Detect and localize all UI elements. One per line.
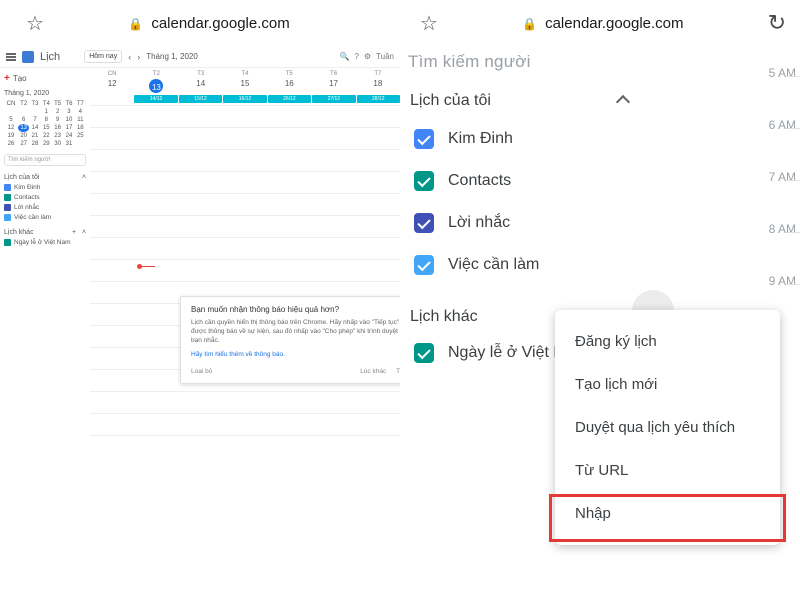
calendar-logo-icon — [22, 51, 34, 63]
week-grid: CNT2T3T4T5T6T7 12131415161718 14/1215/12… — [90, 68, 400, 609]
my-cal-item[interactable]: Lời nhắc — [4, 204, 86, 211]
my-cal-item[interactable]: Contacts — [4, 194, 86, 201]
left-sidebar: + Tạo Tháng 1, 2020 CNT2T3T4T5T6T7123456… — [0, 68, 90, 609]
today-button[interactable]: Hôm nay — [84, 50, 122, 63]
checkbox-icon[interactable] — [414, 213, 434, 233]
lock-icon: 🔒 — [522, 17, 537, 31]
menu-item-1[interactable]: Tạo lịch mới — [555, 363, 780, 406]
time-labels: 5 AM6 AM7 AM8 AM9 AM — [769, 66, 796, 326]
notif-later-button[interactable]: Lúc khác — [360, 368, 386, 375]
lock-icon: 🔒 — [128, 17, 143, 31]
mini-calendar[interactable]: Tháng 1, 2020 CNT2T3T4T5T6T7123456789101… — [4, 90, 86, 148]
app-header: Lịch Hôm nay ‹ › Tháng 1, 2020 🔍 ? ⚙ Tuầ… — [0, 46, 400, 68]
view-selector[interactable]: Tuần — [376, 52, 394, 61]
favorite-star-icon[interactable]: ☆ — [420, 11, 438, 36]
checkbox-icon[interactable] — [414, 343, 434, 363]
menu-icon[interactable] — [6, 53, 16, 61]
my-cal-item[interactable]: Contacts — [408, 160, 670, 202]
reload-icon[interactable]: ↻ — [768, 10, 786, 36]
create-label: Tạo — [13, 74, 27, 83]
chevron-up-icon — [616, 94, 630, 108]
now-indicator-line — [140, 266, 155, 267]
notif-dismiss-button[interactable]: Loại bỏ — [191, 368, 212, 375]
month-label: Tháng 1, 2020 — [146, 52, 198, 61]
checkbox-icon[interactable] — [4, 194, 11, 201]
notif-learn-more-link[interactable]: Hãy tìm hiểu thêm về thông báo. — [191, 351, 285, 358]
notif-body: Lịch cần quyền hiển thị thông báo trên C… — [191, 318, 400, 345]
url-text: calendar.google.com — [545, 15, 683, 32]
menu-item-4[interactable]: Nhập — [555, 492, 780, 535]
checkbox-icon[interactable] — [4, 184, 11, 191]
menu-item-2[interactable]: Duyệt qua lịch yêu thích — [555, 406, 780, 449]
notif-title: Bạn muốn nhận thông báo hiệu quả hơn? — [191, 305, 400, 314]
other-cal-item[interactable]: Ngày lễ ở Việt Nam — [4, 239, 86, 246]
people-search[interactable]: Tìm kiếm người — [4, 154, 86, 166]
menu-item-3[interactable]: Từ URL — [555, 449, 780, 492]
checkbox-icon[interactable] — [4, 204, 11, 211]
checkbox-icon[interactable] — [414, 129, 434, 149]
left-screenshot: Lịch Hôm nay ‹ › Tháng 1, 2020 🔍 ? ⚙ Tuầ… — [0, 46, 400, 609]
gear-icon[interactable]: ⚙ — [364, 52, 371, 61]
people-search-label[interactable]: Tìm kiếm người — [408, 46, 670, 82]
mini-month: Tháng 1, 2020 — [4, 90, 86, 97]
checkbox-icon[interactable] — [414, 255, 434, 275]
url-text: calendar.google.com — [151, 15, 289, 32]
help-icon[interactable]: ? — [354, 52, 358, 61]
add-calendar-menu: Đăng ký lịchTạo lịch mớiDuyệt qua lịch y… — [555, 310, 780, 545]
notification-dialog: Bạn muốn nhận thông báo hiệu quả hơn? Lị… — [180, 296, 400, 384]
other-calendars-header[interactable]: Lịch khác+ ˄ — [4, 229, 86, 236]
plus-icon: + — [4, 73, 10, 84]
my-cal-item[interactable]: Kim Đinh — [4, 184, 86, 191]
my-cal-item[interactable]: Việc cần làm — [4, 214, 86, 221]
my-calendars-header[interactable]: Lịch của tôi˄ — [4, 174, 86, 181]
menu-item-0[interactable]: Đăng ký lịch — [555, 320, 780, 363]
my-cal-item[interactable]: Kim Đinh — [408, 118, 670, 160]
favorite-star-icon[interactable]: ☆ — [26, 11, 44, 36]
prev-week-icon[interactable]: ‹ — [128, 52, 131, 62]
checkbox-icon[interactable] — [4, 214, 11, 221]
app-title: Lịch — [40, 51, 60, 63]
create-button[interactable]: + Tạo — [4, 73, 86, 84]
next-week-icon[interactable]: › — [137, 52, 140, 62]
search-icon[interactable]: 🔍 — [339, 52, 349, 61]
my-calendars-header[interactable]: Lịch của tôi — [408, 82, 670, 118]
checkbox-icon[interactable] — [4, 239, 11, 246]
checkbox-icon[interactable] — [414, 171, 434, 191]
my-cal-item[interactable]: Lời nhắc — [408, 202, 670, 244]
my-cal-item[interactable]: Việc cần làm — [408, 244, 670, 286]
